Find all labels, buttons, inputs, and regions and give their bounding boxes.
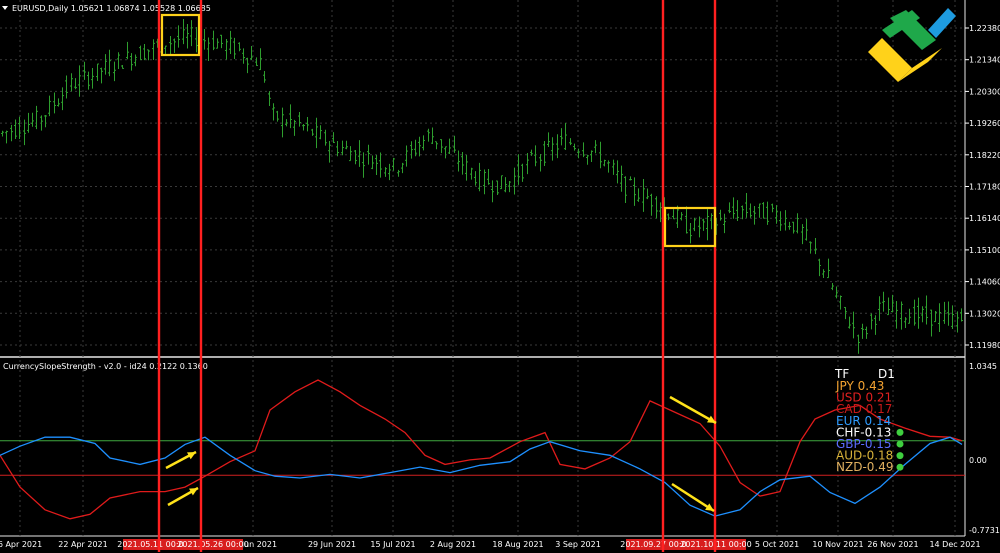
indicator-tick-zero: 0.00 bbox=[969, 456, 987, 465]
indicator-title: CurrencySlopeStrength - v2.0 - id24 0.21… bbox=[3, 362, 208, 371]
time-tick-label: 3 Sep 2021 bbox=[555, 540, 601, 549]
price-tick-label: 1.13020 bbox=[969, 309, 1000, 318]
price-tick-label: 1.17180 bbox=[969, 183, 1000, 192]
time-tick-label: 22 Apr 2021 bbox=[58, 540, 107, 549]
chart-window: 1.22380 1.21340 1.20300 1.19260 1.18220 1.171… bbox=[0, 0, 1000, 553]
usd-strength-line bbox=[0, 379, 963, 520]
legend-status-dot bbox=[896, 463, 904, 471]
time-tick-label: 14 Dec 2021 bbox=[929, 540, 980, 549]
legend-status-dot bbox=[896, 440, 904, 448]
time-tick-label: 2 Aug 2021 bbox=[430, 540, 476, 549]
time-tick-label: 10 Nov 2021 bbox=[812, 540, 863, 549]
eur-strength-line bbox=[0, 436, 963, 517]
time-tick-label: 29 Jun 2021 bbox=[308, 540, 356, 549]
highlight-box-may bbox=[160, 13, 201, 57]
price-tick-label: 1.18220 bbox=[969, 151, 1000, 160]
price-tick-label: 1.15100 bbox=[969, 246, 1000, 255]
chart-canvas[interactable]: 1.22380 1.21340 1.20300 1.19260 1.18220 1.171… bbox=[0, 0, 1000, 553]
chart-title: EURUSD,Daily 1.05621 1.06874 1.05528 1.0… bbox=[12, 4, 211, 13]
price-tick-label: 1.19260 bbox=[969, 119, 1000, 128]
price-tick-label: 1.14060 bbox=[969, 278, 1000, 287]
time-highlight-label: 2021.05.26 00:00 bbox=[177, 540, 248, 549]
broker-logo bbox=[868, 8, 956, 82]
legend-status-dot bbox=[896, 428, 904, 436]
time-tick-label: 5 Oct 2021 bbox=[755, 540, 799, 549]
time-tick-label: 6 Apr 2021 bbox=[0, 540, 42, 549]
legend-item-nzd: NZD-0.49 bbox=[836, 460, 894, 474]
time-tick-label: 26 Nov 2021 bbox=[867, 540, 918, 549]
price-tick-label: 1.20300 bbox=[969, 87, 1000, 96]
indicator-tick-bottom: -0.7731 bbox=[969, 526, 1000, 535]
price-tick-label: 1.22380 bbox=[969, 24, 1000, 33]
indicator-tick-top: 1.0345 bbox=[969, 362, 997, 371]
time-tick-label: 15 Jul 2021 bbox=[370, 540, 415, 549]
price-tick-label: 1.16140 bbox=[969, 214, 1000, 223]
price-tick-label: 1.21340 bbox=[969, 56, 1000, 65]
chart-menu-triangle-icon[interactable] bbox=[2, 6, 8, 10]
price-tick-label: 1.11980 bbox=[969, 341, 1000, 350]
legend-status-dot bbox=[896, 452, 904, 460]
logo-shape bbox=[928, 8, 956, 38]
time-tick-label: 18 Aug 2021 bbox=[492, 540, 543, 549]
